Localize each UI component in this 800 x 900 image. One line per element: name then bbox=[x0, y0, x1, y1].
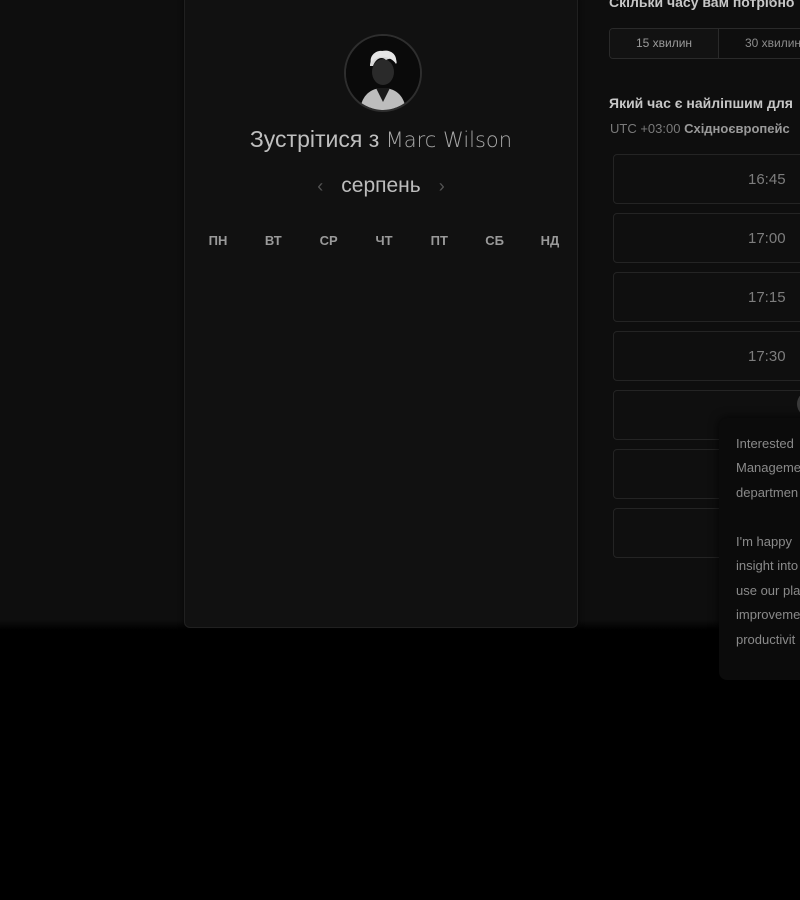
time-slot-label: 17:15 bbox=[748, 289, 786, 306]
chevron-left-icon[interactable]: ‹ bbox=[313, 176, 327, 197]
duration-option-30[interactable]: 30 хвилин bbox=[719, 29, 800, 58]
chat-line: I'm happy bbox=[736, 534, 792, 549]
chat-line: Interested bbox=[736, 436, 794, 451]
weekday-thu: ЧТ bbox=[375, 233, 393, 248]
timezone-name: Східноєвропейс bbox=[684, 121, 790, 136]
time-slot[interactable]: 16:45 bbox=[613, 154, 800, 204]
time-slot[interactable]: 17:15 bbox=[613, 272, 800, 322]
weekday-wed: СР bbox=[319, 233, 338, 248]
duration-option-15[interactable]: 15 хвилин bbox=[610, 29, 719, 58]
timezone-label[interactable]: UTC +03:00 Східноєвропейс bbox=[610, 121, 790, 136]
chat-line: departmen bbox=[736, 485, 799, 500]
chat-line: Manageme bbox=[736, 460, 800, 475]
timezone-offset: UTC +03:00 bbox=[610, 121, 681, 136]
booking-card: Зустрітися з Marc Wilson ‹ серпень › ПН … bbox=[184, 0, 578, 628]
title-prefix: Зустрітися з bbox=[249, 126, 380, 152]
weekday-sun: НД bbox=[540, 233, 560, 248]
time-slot[interactable]: 17:30 bbox=[613, 331, 800, 381]
weekday-tue: ВТ bbox=[264, 233, 282, 248]
duration-selector: 15 хвилин 30 хвилин bbox=[609, 28, 800, 59]
weekday-mon: ПН bbox=[208, 233, 228, 248]
host-name: Marc Wilson bbox=[385, 128, 513, 152]
avatar bbox=[344, 34, 422, 112]
month-navigation: ‹ серпень › bbox=[185, 174, 577, 198]
time-slot-label: 16:45 bbox=[748, 171, 786, 188]
chat-line: insight into bbox=[736, 558, 799, 573]
weekday-fri: ПТ bbox=[430, 233, 448, 248]
month-label: серпень bbox=[341, 174, 421, 197]
weekday-header: ПН ВТ СР ЧТ ПТ СБ НД bbox=[188, 233, 580, 248]
weekday-sat: СБ bbox=[485, 233, 504, 248]
chat-popup[interactable]: Interested Manageme departmen I'm happy … bbox=[719, 418, 800, 680]
chat-line: improveme bbox=[736, 607, 800, 622]
time-slot-label: 17:30 bbox=[748, 348, 786, 365]
time-slot-label: 17:00 bbox=[748, 230, 786, 247]
chevron-right-icon[interactable]: › bbox=[435, 176, 449, 197]
chat-line: productivit bbox=[736, 632, 796, 647]
time-question: Який час є найліпшим для bbox=[609, 95, 793, 111]
time-slot[interactable]: 17:00 bbox=[613, 213, 800, 263]
page-title: Зустрітися з Marc Wilson bbox=[185, 126, 577, 153]
chat-line: use our pla bbox=[736, 583, 800, 598]
duration-question: Скільки часу вам потрібно bbox=[609, 0, 795, 10]
